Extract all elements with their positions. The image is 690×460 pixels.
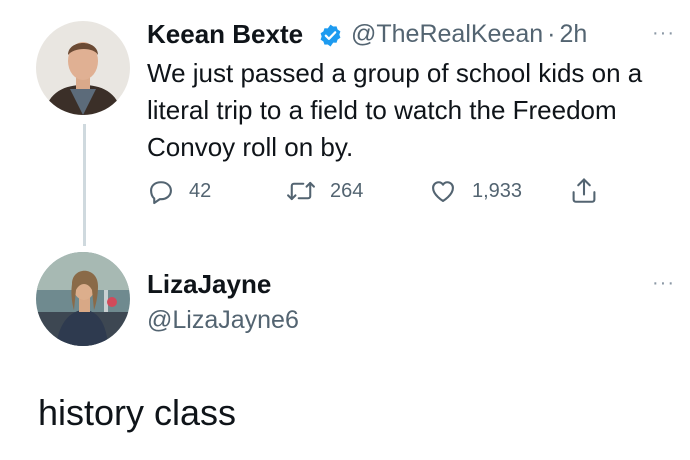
share-icon (570, 176, 598, 206)
retweet-count: 264 (330, 179, 364, 202)
reply-more-options-icon[interactable]: ··· (652, 272, 675, 295)
share-button[interactable] (570, 176, 612, 206)
tweet-author-name[interactable]: Keean Bexte (147, 19, 303, 50)
reply-icon (147, 177, 175, 205)
reply-button[interactable]: 42 (147, 177, 211, 205)
reply-author-name[interactable]: LizaJayne (147, 269, 271, 300)
reply-count: 42 (189, 179, 212, 202)
handle-text: @TheRealKeean (351, 20, 544, 48)
thread-connector-line (83, 124, 86, 246)
reply-text: history class (38, 392, 237, 433)
retweet-icon (286, 177, 316, 205)
like-button[interactable]: 1,933 (428, 177, 522, 205)
tweet-author-handle[interactable]: @TheRealKeean · 2h (351, 20, 587, 49)
retweet-button[interactable]: 264 (286, 177, 363, 205)
tweet-time[interactable]: 2h (560, 20, 588, 48)
verified-badge-icon (318, 23, 343, 53)
like-count: 1,933 (472, 179, 523, 202)
more-options-icon[interactable]: ··· (652, 22, 675, 45)
separator-dot: · (547, 20, 556, 48)
keean-avatar[interactable] (36, 21, 130, 115)
tweet-text: We just passed a group of school kids on… (147, 58, 643, 162)
heart-icon (428, 177, 458, 205)
reply-author-handle[interactable]: @LizaJayne6 (147, 306, 299, 335)
lizajayne-avatar[interactable] (36, 252, 130, 346)
